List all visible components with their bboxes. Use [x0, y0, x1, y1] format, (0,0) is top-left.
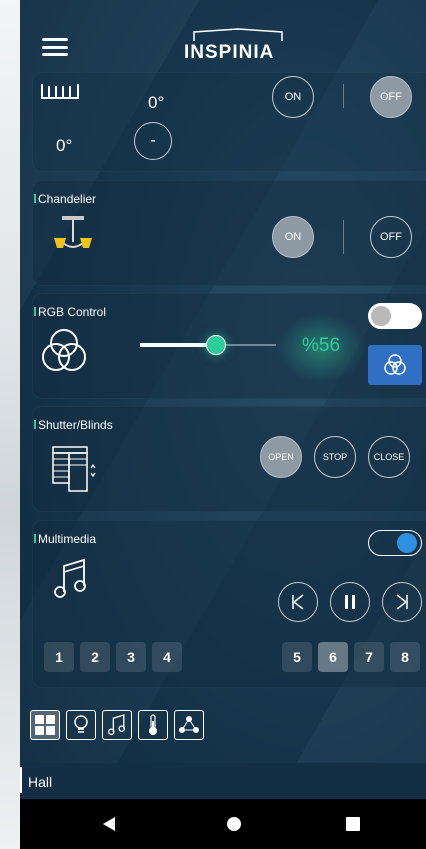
channel-6-button[interactable]: 6	[318, 642, 348, 672]
close-label: CLOSE	[373, 452, 405, 462]
room-bar[interactable]: Hall	[20, 763, 426, 799]
heating-on-button[interactable]: ON	[272, 76, 314, 118]
channel-4-button[interactable]: 4	[152, 642, 182, 672]
divider	[343, 220, 344, 254]
rgb-circles-icon	[384, 354, 406, 375]
divider	[343, 84, 344, 108]
chandelier-off-button[interactable]: OFF	[370, 216, 412, 258]
pause-icon	[345, 595, 355, 609]
card-title: RGB Control	[33, 305, 107, 319]
heating-card: 0° 0° - ON OFF	[32, 72, 426, 172]
channel-5-button[interactable]: 5	[282, 642, 312, 672]
heating-off-label: OFF	[380, 91, 402, 103]
card-title: Shutter/Blinds	[34, 418, 113, 432]
multimedia-toggle[interactable]	[368, 530, 422, 556]
channel-7-button[interactable]: 7	[354, 642, 384, 672]
chandelier-card: Chandelier ON OFF	[32, 180, 426, 286]
toggle-knob	[371, 306, 391, 326]
skip-back-icon	[292, 594, 304, 610]
card-title: Chandelier	[33, 192, 97, 206]
grid-icon[interactable]	[30, 710, 60, 740]
setpoint-value: 0°	[148, 93, 165, 112]
chandelier-on-label: ON	[284, 231, 302, 243]
left-background	[0, 0, 20, 849]
chandelier-off-label: OFF	[380, 231, 402, 243]
back-icon[interactable]	[102, 816, 116, 832]
slider-handle[interactable]	[206, 335, 226, 355]
network-icon[interactable]	[174, 710, 204, 740]
heating-on-label: ON	[284, 91, 302, 103]
shutter-card: Shutter/Blinds OPEN STOP CLOSE	[32, 406, 426, 512]
thermometer-icon[interactable]	[138, 710, 168, 740]
music-icon[interactable]	[102, 710, 132, 740]
channel-1-button[interactable]: 1	[44, 642, 74, 672]
chandelier-icon	[54, 216, 92, 248]
toggle-knob	[397, 533, 417, 553]
channel-8-button[interactable]: 8	[390, 642, 420, 672]
slider-fill	[140, 343, 216, 347]
room-label: Hall	[28, 774, 53, 790]
menu-icon[interactable]	[42, 38, 68, 56]
decrease-button[interactable]: -	[134, 122, 172, 160]
heating-off-button[interactable]: OFF	[370, 76, 412, 118]
bulb-icon[interactable]	[66, 710, 96, 740]
stop-label: STOP	[322, 452, 348, 462]
open-label: OPEN	[268, 452, 294, 462]
shutter-open-button[interactable]: OPEN	[260, 436, 302, 478]
logo-roof-icon	[193, 28, 283, 41]
music-note-icon	[54, 558, 86, 598]
pause-button[interactable]	[330, 582, 370, 622]
recents-icon[interactable]	[346, 817, 360, 831]
radiator-icon	[41, 84, 79, 99]
current-temperature: 0°	[56, 136, 73, 155]
next-button[interactable]	[382, 582, 422, 622]
rgb-palette-button[interactable]	[368, 345, 422, 385]
room-indicator	[20, 767, 22, 793]
brightness-slider-track[interactable]	[140, 335, 276, 355]
app-logo: INSPINIA	[184, 28, 294, 64]
rgb-circles-icon	[42, 329, 86, 371]
shutter-close-button[interactable]: CLOSE	[368, 436, 410, 478]
home-icon[interactable]	[226, 816, 242, 832]
app-name: INSPINIA	[184, 42, 275, 63]
decrease-label: -	[150, 132, 156, 149]
shutter-stop-button[interactable]: STOP	[314, 436, 356, 478]
skip-forward-icon	[396, 594, 408, 610]
brightness-percentage: %56	[302, 335, 341, 356]
card-title: Multimedia	[33, 532, 97, 546]
chandelier-on-button[interactable]: ON	[272, 216, 314, 258]
multimedia-card: Multimedia 1234 5678	[32, 520, 426, 688]
channel-2-button[interactable]: 2	[80, 642, 110, 672]
blinds-icon	[52, 446, 96, 492]
channel-3-button[interactable]: 3	[116, 642, 146, 672]
system-nav-bar	[20, 799, 426, 849]
previous-button[interactable]	[278, 582, 318, 622]
rgb-toggle[interactable]	[368, 303, 422, 329]
rgb-card: RGB Control %56	[32, 293, 426, 399]
app-screen: INSPINIA 0° 0° - ON OFF Chandelier ON OF…	[20, 0, 426, 849]
